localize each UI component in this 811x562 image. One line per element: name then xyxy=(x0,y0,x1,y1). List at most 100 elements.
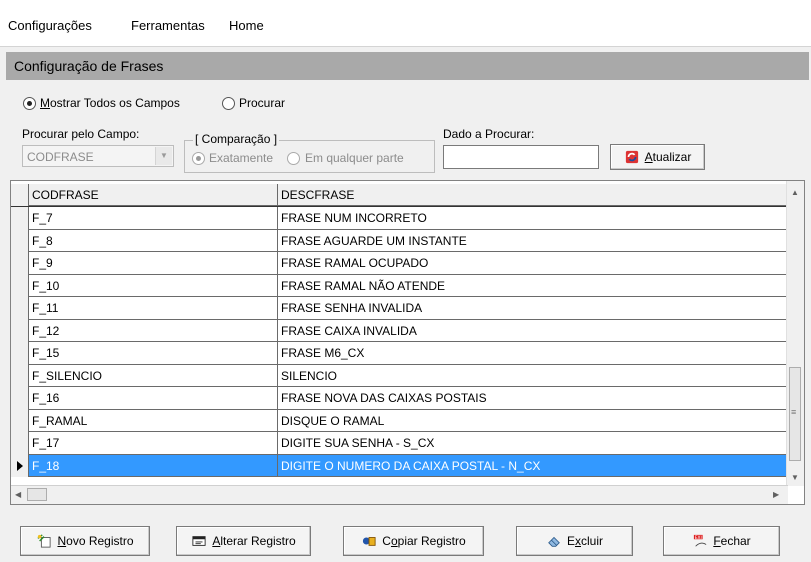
edit-record-button[interactable]: Alterar Registro xyxy=(176,526,311,556)
any-part-label[interactable]: Em qualquer parte xyxy=(305,151,404,165)
table-row[interactable]: F_12 FRASE CAIXA INVALIDA xyxy=(11,319,788,342)
column-header-descfrase[interactable]: DESCFRASE xyxy=(278,184,788,206)
cell-codfrase[interactable]: F_17 xyxy=(29,432,278,455)
row-indicator[interactable] xyxy=(11,229,29,252)
cell-descfrase[interactable]: FRASE NUM INCORRETO xyxy=(278,207,788,230)
delete-button[interactable]: Excluir xyxy=(516,526,633,556)
exit-icon: EXI xyxy=(694,535,707,547)
refresh-label: Atualizar xyxy=(644,150,692,164)
row-indicator[interactable] xyxy=(11,274,29,297)
scroll-left-icon[interactable]: ◀ xyxy=(15,490,21,499)
close-button[interactable]: EXI Fechar xyxy=(663,526,780,556)
new-record-button[interactable]: Novo Registro xyxy=(20,526,150,556)
vertical-scrollbar[interactable]: ▲ ≡ ▼ xyxy=(786,181,804,486)
row-indicator[interactable] xyxy=(11,432,29,455)
scroll-right-icon[interactable]: ▶ xyxy=(773,490,779,499)
search-field-value: CODFRASE xyxy=(27,150,94,164)
menu-bar: Configurações Ferramentas Home xyxy=(0,0,811,47)
cell-descfrase[interactable]: DIGITE SUA SENHA - S_CX xyxy=(278,432,788,455)
table-row[interactable]: F_11 FRASE SENHA INVALIDA xyxy=(11,297,788,320)
horizontal-scroll-thumb[interactable] xyxy=(27,488,47,501)
comparison-legend: [ Comparação ] xyxy=(193,132,280,146)
row-indicator[interactable] xyxy=(11,364,29,387)
menu-ferramentas[interactable]: Ferramentas xyxy=(131,18,205,33)
cell-codfrase[interactable]: F_18 xyxy=(29,454,278,477)
cell-descfrase[interactable]: SILENCIO xyxy=(278,364,788,387)
row-indicator[interactable] xyxy=(11,297,29,320)
scroll-up-icon[interactable]: ▲ xyxy=(791,188,799,197)
table-row[interactable]: F_16 FRASE NOVA DAS CAIXAS POSTAIS xyxy=(11,387,788,410)
row-indicator[interactable] xyxy=(11,319,29,342)
cell-descfrase[interactable]: FRASE AGUARDE UM INSTANTE xyxy=(278,229,788,252)
search-radio[interactable] xyxy=(222,97,235,110)
delete-label: Excluir xyxy=(566,534,604,548)
data-grid[interactable]: CODFRASE DESCFRASE F_7 FRASE NUM INCORRET… xyxy=(10,180,805,505)
search-value-label: Dado a Procurar: xyxy=(443,127,535,141)
edit-record-icon xyxy=(192,536,206,546)
comparison-group: [ Comparação ] Exatamente Em qualquer pa… xyxy=(184,132,435,173)
current-row-indicator[interactable] xyxy=(11,454,29,477)
grid-header: CODFRASE DESCFRASE xyxy=(11,184,788,207)
table-row[interactable]: F_SILENCIO SILENCIO xyxy=(11,364,788,387)
cell-codfrase[interactable]: F_10 xyxy=(29,274,278,297)
new-record-label: Novo Registro xyxy=(57,534,134,548)
search-field-select[interactable]: CODFRASE ▼ xyxy=(22,145,174,167)
row-indicator[interactable] xyxy=(11,387,29,410)
table-row[interactable]: F_8 FRASE AGUARDE UM INSTANTE xyxy=(11,229,788,252)
cell-codfrase[interactable]: F_16 xyxy=(29,387,278,410)
cell-codfrase[interactable]: F_8 xyxy=(29,229,278,252)
cell-descfrase[interactable]: FRASE M6_CX xyxy=(278,342,788,365)
eraser-icon xyxy=(548,536,560,547)
search-field-label: Procurar pelo Campo: xyxy=(22,127,140,141)
chevron-down-icon[interactable]: ▼ xyxy=(155,147,172,165)
cell-codfrase[interactable]: F_SILENCIO xyxy=(29,364,278,387)
table-row[interactable]: F_17 DIGITE SUA SENHA - S_CX xyxy=(11,432,788,455)
table-row[interactable]: F_9 FRASE RAMAL OCUPADO xyxy=(11,252,788,275)
search-value-input[interactable] xyxy=(443,145,599,169)
cell-codfrase[interactable]: F_RAMAL xyxy=(29,409,278,432)
table-row[interactable]: F_7 FRASE NUM INCORRETO xyxy=(11,207,788,230)
exact-label[interactable]: Exatamente xyxy=(209,151,273,165)
copy-record-button[interactable]: Copiar Registro xyxy=(343,526,484,556)
row-indicator[interactable] xyxy=(11,252,29,275)
cell-descfrase[interactable]: FRASE NOVA DAS CAIXAS POSTAIS xyxy=(278,387,788,410)
row-indicator[interactable] xyxy=(11,409,29,432)
any-part-radio[interactable] xyxy=(287,152,300,165)
copy-record-label: Copiar Registro xyxy=(382,534,466,548)
cell-codfrase[interactable]: F_11 xyxy=(29,297,278,320)
edit-record-label: Alterar Registro xyxy=(212,534,296,548)
cell-codfrase[interactable]: F_9 xyxy=(29,252,278,275)
svg-text:EXI: EXI xyxy=(695,535,702,541)
table-row[interactable]: F_15 FRASE M6_CX xyxy=(11,342,788,365)
grip-icon: ≡ xyxy=(791,407,797,417)
table-row[interactable]: F_RAMAL DISQUE O RAMAL xyxy=(11,409,788,432)
column-header-codfrase[interactable]: CODFRASE xyxy=(29,184,278,206)
cell-descfrase[interactable]: FRASE RAMAL NÃO ATENDE xyxy=(278,274,788,297)
cell-codfrase[interactable]: F_15 xyxy=(29,342,278,365)
refresh-icon xyxy=(625,150,638,164)
exact-radio[interactable] xyxy=(192,152,205,165)
cell-descfrase[interactable]: DIGITE O NUMERO DA CAIXA POSTAL - N_CX xyxy=(278,454,788,477)
cell-descfrase[interactable]: FRASE SENHA INVALIDA xyxy=(278,297,788,320)
cell-descfrase[interactable]: FRASE CAIXA INVALIDA xyxy=(278,319,788,342)
table-row[interactable]: F_18 DIGITE O NUMERO DA CAIXA POSTAL - N_… xyxy=(11,454,788,477)
horizontal-scrollbar[interactable]: ◀ ▶ xyxy=(11,485,788,504)
search-label[interactable]: Procurar xyxy=(239,96,285,110)
cell-descfrase[interactable]: FRASE RAMAL OCUPADO xyxy=(278,252,788,275)
cell-codfrase[interactable]: F_12 xyxy=(29,319,278,342)
show-all-radio[interactable] xyxy=(23,97,36,110)
menu-home[interactable]: Home xyxy=(229,18,264,33)
form-title-bar: Configuração de Frases xyxy=(6,52,809,80)
row-indicator[interactable] xyxy=(11,207,29,230)
new-record-icon xyxy=(37,534,52,548)
row-indicator[interactable] xyxy=(11,342,29,365)
copy-record-icon xyxy=(363,537,376,546)
scroll-down-icon[interactable]: ▼ xyxy=(791,473,799,482)
form-title: Configuração de Frases xyxy=(14,58,164,74)
refresh-button[interactable]: Atualizar xyxy=(610,144,705,170)
cell-codfrase[interactable]: F_7 xyxy=(29,207,278,230)
menu-configuracoes[interactable]: Configurações xyxy=(8,18,92,33)
show-all-label[interactable]: Mostrar Todos os Campos xyxy=(40,96,180,110)
cell-descfrase[interactable]: DISQUE O RAMAL xyxy=(278,409,788,432)
table-row[interactable]: F_10 FRASE RAMAL NÃO ATENDE xyxy=(11,274,788,297)
